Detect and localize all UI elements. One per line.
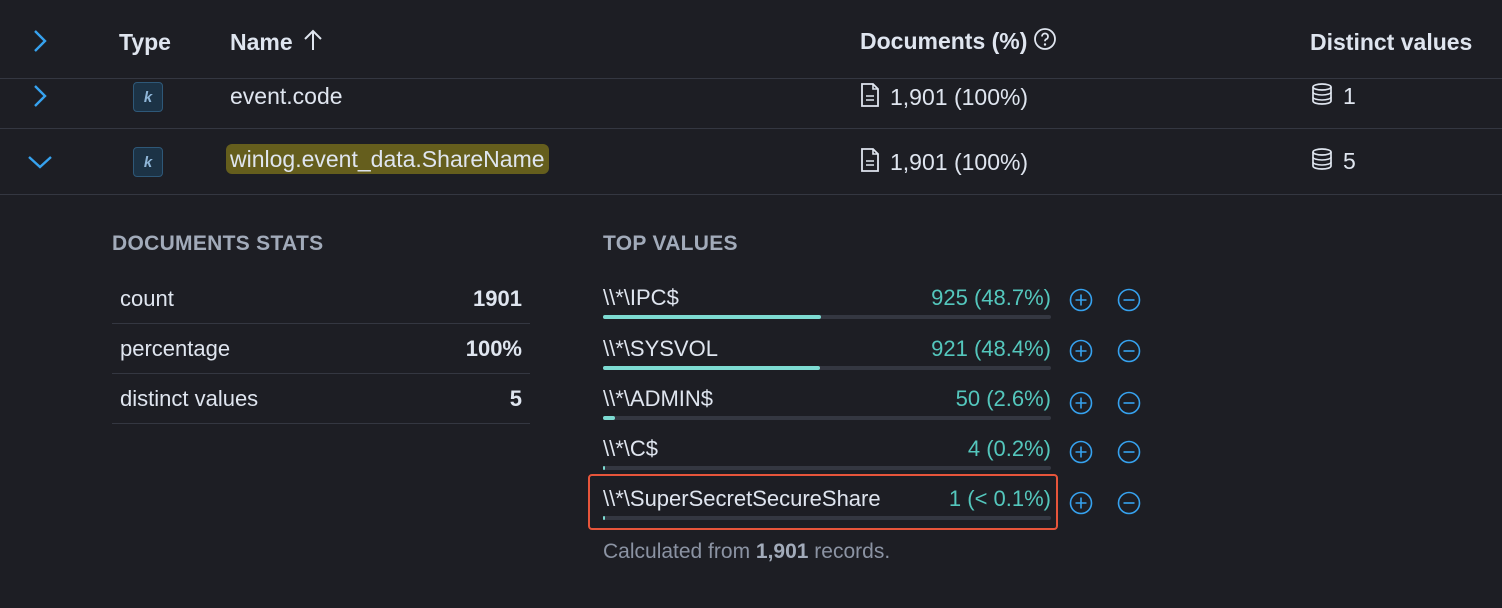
documents-stats-title: DOCUMENTS STATS [112, 232, 324, 255]
top-value-label: \\*\IPC$ [603, 285, 679, 310]
field-name[interactable]: event.code [230, 83, 343, 110]
top-value-label: \\*\ADMIN$ [603, 386, 714, 411]
documents-cell: 1,901 (100%) [860, 83, 1028, 112]
column-header-name[interactable]: Name [230, 29, 323, 56]
stat-row-count: count 1901 [112, 274, 530, 324]
stat-value: 1901 [473, 286, 522, 311]
row-collapse-chevron-down-icon[interactable] [25, 147, 55, 177]
question-circle-icon[interactable] [1033, 27, 1057, 56]
column-header-distinct-values[interactable]: Distinct values [1310, 29, 1472, 56]
top-value-label: \\*\SYSVOL [603, 336, 718, 361]
top-values-title: TOP VALUES [603, 232, 738, 255]
distinct-value: 1 [1343, 83, 1356, 109]
top-value-progress-track [603, 315, 1051, 319]
top-value-progress-fill [603, 416, 615, 420]
footer-record-count: 1,901 [755, 540, 809, 563]
stat-value: 100% [465, 336, 522, 361]
top-value-count: 925 (48.7%) [931, 285, 1051, 310]
filter-out-value-minus-circle-icon[interactable] [1117, 440, 1141, 464]
row-expand-chevron-right-icon[interactable] [25, 81, 55, 111]
arrow-up-icon [303, 29, 323, 56]
top-value-count: 50 (2.6%) [955, 386, 1051, 411]
footer-suffix: records. [808, 540, 891, 563]
top-value-progress-track [603, 466, 1051, 470]
annotation-highlight-box [588, 474, 1058, 530]
filter-for-value-plus-circle-icon[interactable] [1069, 391, 1093, 415]
stat-value: 5 [509, 386, 522, 411]
top-value-row: \\*\IPC$ 925 (48.7%) [603, 285, 1051, 335]
column-header-name-label: Name [230, 29, 293, 55]
database-icon [1311, 148, 1333, 175]
top-value-row: \\*\SYSVOL 921 (48.4%) [603, 336, 1051, 386]
header-divider [0, 78, 1502, 79]
filter-for-value-plus-circle-icon[interactable] [1069, 440, 1093, 464]
filter-out-value-minus-circle-icon[interactable] [1117, 491, 1141, 515]
keyword-type-badge: k [133, 82, 163, 112]
keyword-type-badge: k [133, 147, 163, 177]
row-divider [0, 194, 1502, 195]
stat-label: distinct values [120, 386, 259, 411]
field-name-highlighted[interactable]: winlog.event_data.ShareName [226, 144, 549, 174]
documents-cell: 1,901 (100%) [860, 148, 1028, 177]
distinct-cell: 5 [1311, 148, 1356, 175]
documents-value: 1,901 (100%) [890, 149, 1029, 175]
filter-for-value-plus-circle-icon[interactable] [1069, 288, 1093, 312]
row-divider [0, 128, 1502, 129]
top-value-label: \\*\C$ [603, 436, 659, 461]
top-value-progress-track [603, 366, 1051, 370]
field-name: winlog.event_data.ShareName [226, 144, 549, 174]
filter-out-value-minus-circle-icon[interactable] [1117, 391, 1141, 415]
database-icon [1311, 83, 1333, 110]
top-value-row: \\*\ADMIN$ 50 (2.6%) [603, 386, 1051, 436]
document-icon [860, 83, 880, 112]
filter-for-value-plus-circle-icon[interactable] [1069, 491, 1093, 515]
documents-value: 1,901 (100%) [890, 84, 1029, 110]
stat-label: count [120, 286, 174, 311]
stat-row-percentage: percentage 100% [112, 324, 530, 374]
filter-out-value-minus-circle-icon[interactable] [1117, 339, 1141, 363]
stat-label: percentage [120, 336, 231, 361]
column-header-documents[interactable]: Documents (%) [860, 27, 1057, 56]
top-value-progress-track [603, 416, 1051, 420]
top-value-progress-fill [603, 315, 821, 319]
stat-row-distinct-values: distinct values 5 [112, 374, 530, 424]
expand-all-chevron-right-icon[interactable] [25, 26, 55, 56]
distinct-value: 5 [1343, 148, 1356, 174]
column-header-documents-label: Documents (%) [860, 28, 1028, 54]
filter-for-value-plus-circle-icon[interactable] [1069, 339, 1093, 363]
top-value-count: 4 (0.2%) [967, 436, 1051, 461]
top-value-progress-fill [603, 366, 820, 370]
column-header-type[interactable]: Type [119, 29, 171, 56]
document-icon [860, 148, 880, 177]
footer-prefix: Calculated from [603, 540, 756, 563]
top-value-count: 921 (48.4%) [931, 336, 1051, 361]
distinct-cell: 1 [1311, 83, 1356, 110]
calculated-from-footer: Calculated from 1,901 records. [603, 540, 890, 564]
top-value-progress-fill [603, 466, 605, 470]
filter-out-value-minus-circle-icon[interactable] [1117, 288, 1141, 312]
